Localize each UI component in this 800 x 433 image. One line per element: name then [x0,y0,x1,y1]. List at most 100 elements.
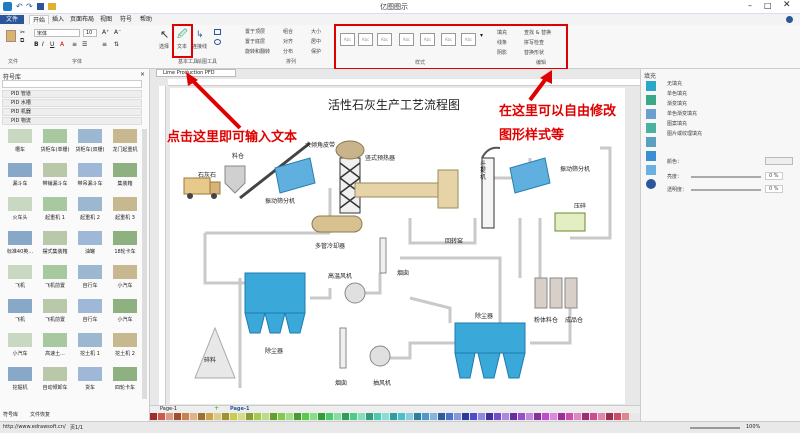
tab-symbol-library[interactable]: 符号库 [3,411,18,418]
rectangle-icon[interactable] [214,29,221,35]
palette-swatch[interactable] [342,413,349,420]
fill-panel-icon[interactable] [646,81,656,91]
spell-check-button[interactable]: 拼写检查 [524,39,544,46]
palette-swatch[interactable] [542,413,549,420]
palette-swatch[interactable] [414,413,421,420]
palette-swatch[interactable] [286,413,293,420]
text-direction-icon[interactable]: ⇅ [114,41,119,48]
font-name-select[interactable]: 宋体 [34,29,80,37]
symbol-item[interactable]: 起重机 3 [107,195,143,223]
maximize-button[interactable]: □ [764,1,772,10]
palette-swatch[interactable] [598,413,605,420]
palette-swatch[interactable] [582,413,589,420]
bold-icon[interactable]: B [34,41,39,48]
active-page-tab[interactable]: Page-1 [230,406,249,412]
palette-swatch[interactable] [438,413,445,420]
menu-view[interactable]: 视图 [97,15,115,24]
symbol-item[interactable]: 起重机 2 [72,195,108,223]
send-back-button[interactable]: 置于底层 [245,38,265,45]
library-item-pid-machine[interactable]: PID 机器 [2,108,142,116]
document-tab[interactable]: Lime Production PFD [156,69,236,77]
italic-icon[interactable]: I [42,41,44,48]
panel-close-icon[interactable]: × [140,71,145,78]
fill-option-pattern[interactable]: 图案填充 [667,120,687,127]
symbol-item[interactable]: 自行车 [72,297,108,325]
symbol-item[interactable]: 槽车 [2,127,38,155]
symbol-item[interactable]: 高速土... [37,331,73,359]
find-replace-button[interactable]: 查找 & 替换 [524,29,551,36]
fill-option-gradient[interactable]: 渐变填充 [667,100,687,107]
palette-swatch[interactable] [614,413,621,420]
library-search-input[interactable] [2,80,142,88]
shrink-font-icon[interactable]: A⁻ [114,29,121,36]
styles-more-icon[interactable]: ▾ [480,32,483,39]
symbol-item[interactable]: 油罐 [72,229,108,257]
symbol-item[interactable]: 标准40英... [2,229,38,257]
text-align-left-icon[interactable]: ≡ [102,41,107,48]
palette-swatch[interactable] [358,413,365,420]
symbol-item[interactable]: 挖土机 1 [72,331,108,359]
select-tool-icon[interactable]: ↖ [160,28,169,41]
symbol-item[interactable]: 飞机前置 [37,297,73,325]
symbol-item[interactable]: 龙门起重机 [107,127,143,155]
bullet-icon[interactable]: ☰ [82,41,87,48]
underline-icon[interactable]: U [50,41,54,48]
symbol-item[interactable]: 小汽车 [107,263,143,291]
connector-tool-icon[interactable]: ↳ [196,30,204,40]
palette-swatch[interactable] [462,413,469,420]
zoom-slider[interactable] [690,427,740,429]
layer-panel-icon[interactable] [646,137,656,147]
palette-swatch[interactable] [590,413,597,420]
image-panel-icon[interactable] [646,123,656,133]
file-menu[interactable]: 文件 [0,15,24,24]
color-picker[interactable] [765,157,793,165]
palette-swatch[interactable] [558,413,565,420]
ellipse-icon[interactable] [214,39,221,45]
palette-swatch[interactable] [310,413,317,420]
library-scrollbar[interactable] [142,129,147,399]
palette-swatch[interactable] [486,413,493,420]
grow-font-icon[interactable]: A⁺ [102,29,109,36]
transparency-value[interactable]: 0 % [765,185,783,193]
bring-front-button[interactable]: 置于顶层 [245,28,265,35]
add-page-icon[interactable]: + [214,405,219,412]
open-icon[interactable] [48,3,56,10]
line-button[interactable]: 线条 [497,39,507,46]
save-icon[interactable] [37,3,44,10]
style-swatch[interactable]: Abc [461,33,476,46]
symbol-item[interactable]: 挖掘机 [2,365,38,393]
palette-swatch[interactable] [294,413,301,420]
symbol-item[interactable]: 摆式集装箱 [37,229,73,257]
palette-swatch[interactable] [510,413,517,420]
symbol-item[interactable]: 带吊漏斗车 [72,161,108,189]
palette-swatch[interactable] [246,413,253,420]
palette-swatch[interactable] [230,413,237,420]
style-swatch[interactable]: Abc [441,33,456,46]
symbol-item[interactable]: 货柜车(单栅) [37,127,73,155]
fill-button[interactable]: 填充 [497,29,507,36]
palette-swatch[interactable] [190,413,197,420]
palette-swatch[interactable] [222,413,229,420]
palette-swatch[interactable] [278,413,285,420]
connector-tool-label[interactable]: 连接线 [192,43,207,50]
palette-swatch[interactable] [390,413,397,420]
palette-swatch[interactable] [158,413,165,420]
palette-swatch[interactable] [478,413,485,420]
transparency-slider[interactable] [691,189,761,191]
hyperlink-panel-icon[interactable] [646,151,656,161]
fill-option-solid[interactable]: 单色填充 [667,90,687,97]
palette-swatch[interactable] [518,413,525,420]
palette-swatch[interactable] [302,413,309,420]
palette-swatch[interactable] [422,413,429,420]
palette-swatch[interactable] [262,413,269,420]
center-button[interactable]: 居中 [311,38,321,45]
palette-swatch[interactable] [446,413,453,420]
symbol-item[interactable]: 货车 [72,365,108,393]
palette-swatch[interactable] [494,413,501,420]
data-panel-icon[interactable] [646,165,656,175]
library-item-pid-pipe[interactable]: PID 管道 [2,90,142,98]
palette-swatch[interactable] [470,413,477,420]
palette-swatch[interactable] [150,413,157,420]
fill-option-picture[interactable]: 图片或纹理填充 [667,130,702,137]
rotate-flip-button[interactable]: 旋转和翻转 [245,48,270,55]
